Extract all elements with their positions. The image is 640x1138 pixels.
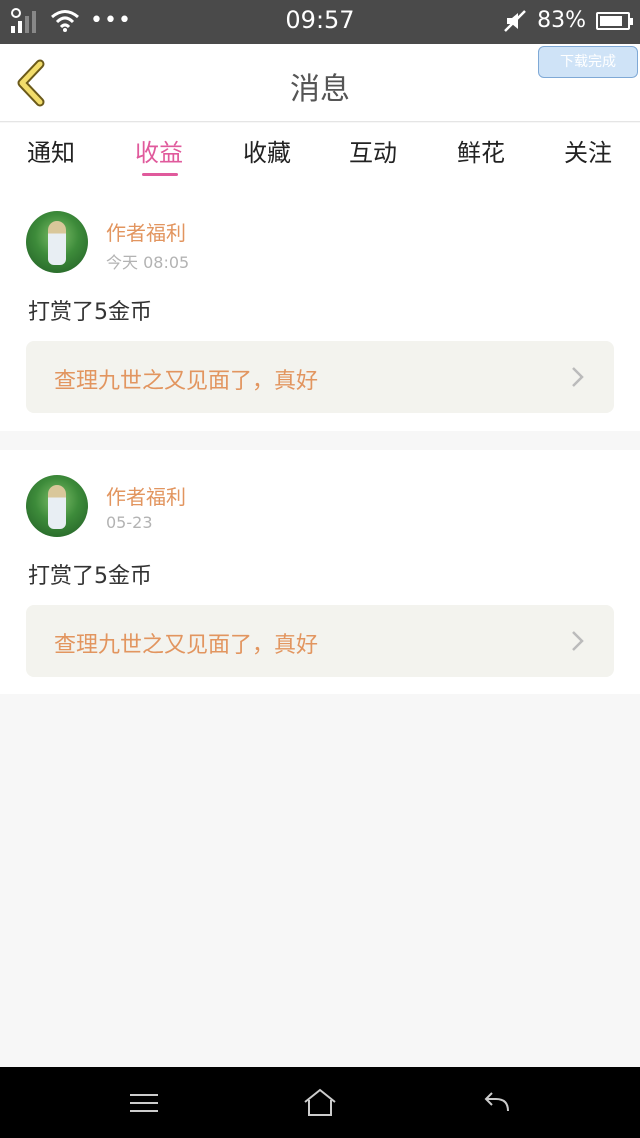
avatar[interactable] xyxy=(26,475,88,537)
header: 消息 下载完成 xyxy=(0,44,640,122)
status-right-icons: 83% xyxy=(503,8,633,33)
message-card: 作者福利 05-23 打赏了5金币 查理九世之又见面了，真好 xyxy=(0,450,640,694)
menu-icon[interactable] xyxy=(124,1087,164,1119)
tab-earnings[interactable]: 收益 xyxy=(124,133,194,168)
book-link[interactable]: 查理九世之又见面了，真好 xyxy=(26,605,614,677)
tab-interactions[interactable]: 互动 xyxy=(338,133,408,168)
battery-icon xyxy=(596,11,633,30)
message-card: 作者福利 今天 08:05 打赏了5金币 查理九世之又见面了，真好 xyxy=(0,187,640,431)
book-link[interactable]: 查理九世之又见面了，真好 xyxy=(26,341,614,413)
battery-percent: 83% xyxy=(537,8,586,33)
tab-following[interactable]: 关注 xyxy=(553,133,623,168)
active-tab-indicator xyxy=(142,173,178,176)
tab-flowers[interactable]: 鲜花 xyxy=(446,133,516,168)
avatar[interactable] xyxy=(26,211,88,273)
status-bar: ••• 09:57 83% xyxy=(0,0,640,44)
mute-icon xyxy=(504,9,526,32)
message-time: 05-23 xyxy=(106,513,153,532)
back-arrow-icon[interactable] xyxy=(478,1087,518,1119)
download-complete-badge: 下载完成 xyxy=(538,46,638,78)
message-time: 今天 08:05 xyxy=(106,253,190,272)
sender-name[interactable]: 作者福利 xyxy=(106,481,186,510)
chevron-right-icon xyxy=(572,631,584,651)
message-text: 打赏了5金币 xyxy=(28,564,152,589)
chevron-right-icon xyxy=(572,367,584,387)
sender-name[interactable]: 作者福利 xyxy=(106,217,186,246)
tab-notifications[interactable]: 通知 xyxy=(16,133,86,168)
system-nav-bar xyxy=(0,1067,640,1138)
battery-fill xyxy=(600,15,622,26)
message-text: 打赏了5金币 xyxy=(28,300,152,325)
tab-bar: 通知 收益 收藏 互动 鲜花 关注 xyxy=(0,123,640,187)
tab-favorites[interactable]: 收藏 xyxy=(232,133,302,168)
home-icon[interactable] xyxy=(300,1087,340,1119)
book-link-text: 查理九世之又见面了，真好 xyxy=(54,633,319,658)
book-link-text: 查理九世之又见面了，真好 xyxy=(54,369,319,394)
